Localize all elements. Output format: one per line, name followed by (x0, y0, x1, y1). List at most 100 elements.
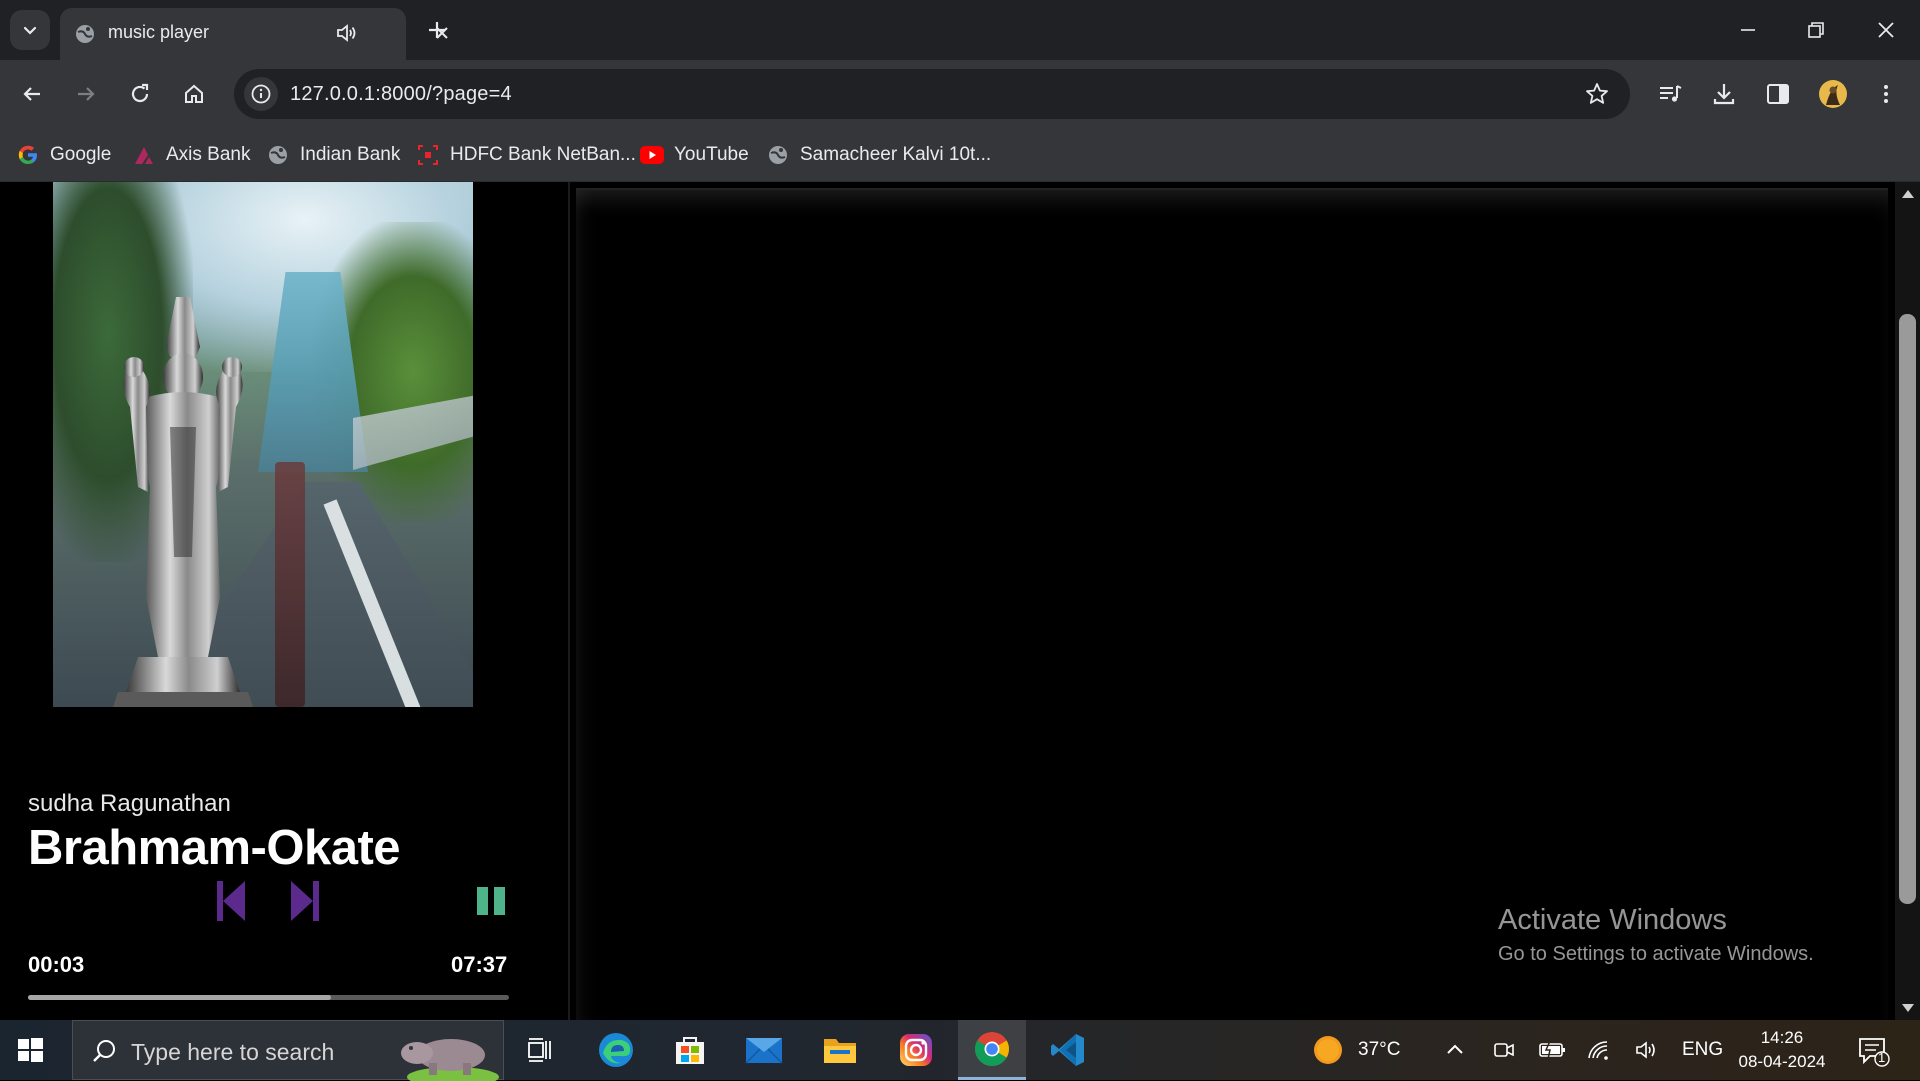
taskbar-search[interactable]: Type here to search (72, 1020, 504, 1081)
notification-count: 1 (1878, 1050, 1886, 1065)
player-panel: sudha Ragunathan Brahmam-Okate 00:03 07:… (0, 182, 568, 1020)
taskbar-mail[interactable] (730, 1020, 798, 1080)
download-icon (1713, 84, 1735, 105)
chrome-icon (975, 1031, 1009, 1066)
vscode-icon (1051, 1034, 1084, 1066)
panel-divider (568, 182, 570, 1020)
search-icon (93, 1040, 115, 1062)
downloads-button[interactable] (1706, 76, 1742, 112)
bookmark-label: Google (50, 144, 112, 165)
avatar-icon (1819, 80, 1847, 108)
info-icon (251, 84, 271, 104)
bookmark-samacheer[interactable]: Samacheer Kalvi 10t... (766, 142, 991, 168)
google-icon (16, 143, 40, 167)
scroll-down-icon[interactable] (1902, 1004, 1914, 1012)
taskbar-edge[interactable] (582, 1020, 650, 1080)
page-scrollbar[interactable] (1895, 182, 1920, 1020)
bookmark-youtube[interactable]: YouTube (640, 142, 749, 168)
chrome-menu-button[interactable] (1868, 76, 1904, 112)
search-placeholder: Type here to search (131, 1039, 335, 1065)
globe-icon (266, 143, 290, 167)
taskbar-vscode[interactable] (1034, 1020, 1102, 1080)
taskbar-chrome[interactable] (958, 1020, 1026, 1080)
playlist-icon (1660, 85, 1682, 102)
hdfc-icon (416, 143, 440, 167)
home-icon (185, 84, 203, 103)
new-tab-icon[interactable] (424, 17, 450, 43)
current-time: 00:03 (28, 952, 85, 977)
show-hidden-icons-button[interactable] (1444, 1020, 1466, 1080)
bookmark-label: Indian Bank (300, 144, 401, 165)
bookmark-label: HDFC Bank NetBan... (450, 144, 636, 165)
microsoft-store-icon (676, 1037, 704, 1064)
address-bar[interactable]: 127.0.0.1:8000/?page=4 (234, 69, 1630, 119)
system-clock[interactable]: 14:26 08-04-2024 (1722, 1026, 1842, 1074)
pause-button[interactable] (474, 878, 508, 924)
side-panel-button[interactable] (1760, 76, 1796, 112)
bookmark-star-icon[interactable] (1584, 81, 1610, 107)
tray-language[interactable]: ENG (1682, 1020, 1723, 1080)
tab-title: music player (108, 22, 210, 42)
url-text[interactable]: 127.0.0.1:8000/?page=4 (290, 83, 512, 106)
notification-center-button[interactable]: 1 (1856, 1034, 1890, 1068)
deity-idol-image (113, 297, 253, 707)
scroll-up-icon[interactable] (1902, 190, 1914, 198)
home-button[interactable] (176, 76, 212, 112)
tab-search-button[interactable] (10, 10, 50, 50)
close-icon (1878, 22, 1894, 38)
language-indicator: ENG (1682, 1039, 1724, 1060)
content-panel (576, 190, 1888, 1020)
clock-time: 14:26 (1760, 1028, 1804, 1047)
close-window-button[interactable] (1870, 14, 1902, 46)
tray-battery[interactable] (1538, 1020, 1566, 1080)
tray-network[interactable] (1586, 1020, 1612, 1080)
profile-avatar[interactable] (1815, 76, 1851, 112)
volume-icon (1636, 1041, 1655, 1059)
restore-button[interactable] (1800, 14, 1832, 46)
back-button[interactable] (14, 76, 50, 112)
activate-windows-watermark: Activate Windows Go to Settings to activ… (1498, 904, 1814, 966)
total-time: 07:37 (451, 952, 508, 977)
bookmark-hdfc[interactable]: HDFC Bank NetBan... (416, 142, 636, 168)
globe-icon (766, 143, 790, 167)
taskbar-file-explorer[interactable] (806, 1020, 874, 1080)
taskbar-store[interactable] (656, 1020, 724, 1080)
skip-next-icon (291, 881, 319, 921)
windows-start-icon[interactable] (14, 1034, 46, 1066)
mail-icon (745, 1038, 783, 1064)
speaker-icon[interactable] (335, 21, 359, 45)
taskbar-instagram[interactable] (882, 1020, 950, 1080)
arrow-right-icon (78, 87, 95, 101)
more-vert-icon (1884, 85, 1888, 103)
progress-bar[interactable] (28, 995, 509, 1000)
watermark-subtitle: Go to Settings to activate Windows. (1498, 943, 1814, 965)
restore-icon (1808, 22, 1824, 38)
forward-button[interactable] (68, 76, 104, 112)
weather-widget[interactable]: 37°C (1312, 1020, 1400, 1080)
site-info-button[interactable] (244, 77, 278, 111)
album-art (53, 182, 473, 707)
reload-button[interactable] (122, 76, 158, 112)
scroll-thumb[interactable] (1899, 314, 1916, 904)
next-track-button[interactable] (288, 878, 322, 924)
clock-date: 08-04-2024 (1738, 1052, 1826, 1071)
bookmark-indian-bank[interactable]: Indian Bank (266, 142, 400, 168)
artist-name: sudha Ragunathan (28, 790, 231, 817)
weather-temperature: 37°C (1358, 1039, 1401, 1060)
windows-taskbar: Type here to search 37°C ENG 14:26 08-04… (0, 1020, 1920, 1081)
tray-volume[interactable] (1634, 1020, 1660, 1080)
bookmarks-bar: Google Axis Bank Indian Bank HDFC Bank N… (0, 128, 1920, 182)
bookmark-label: YouTube (674, 144, 749, 165)
media-controls-button[interactable] (1652, 76, 1688, 112)
minimize-button[interactable] (1732, 14, 1764, 46)
tab-music-player[interactable]: music player (60, 8, 448, 60)
previous-track-button[interactable] (214, 878, 248, 924)
bookmark-google[interactable]: Google (16, 142, 111, 168)
battery-icon (1539, 1040, 1565, 1060)
tab-strip: music player (0, 0, 1920, 60)
tray-meet-now[interactable] (1492, 1020, 1516, 1080)
chevron-down-icon (23, 26, 37, 35)
task-view-button[interactable] (506, 1020, 574, 1080)
bookmark-axis-bank[interactable]: Axis Bank (132, 142, 250, 168)
bookmark-label: Samacheer Kalvi 10t... (800, 144, 992, 165)
